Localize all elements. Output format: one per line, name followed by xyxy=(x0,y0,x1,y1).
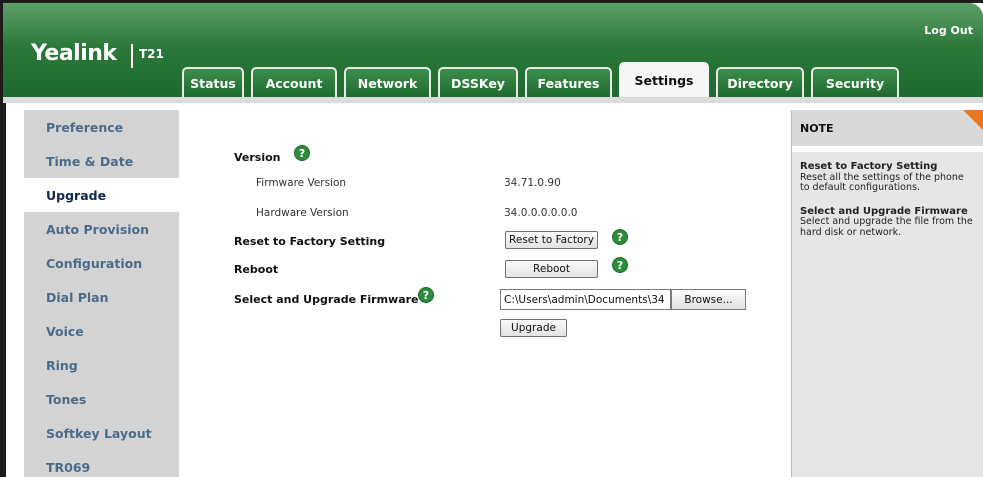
firmware-version-label: Firmware Version xyxy=(256,177,347,189)
sidebar-item-configuration[interactable]: Configuration xyxy=(24,246,179,280)
main-tabs: Status Account Network DSSKey Features S… xyxy=(182,62,899,97)
sidebar-item-tr069[interactable]: TR069 xyxy=(24,450,179,477)
upgrade-firmware-label: Select and Upgrade Firmware xyxy=(234,293,419,306)
sidebar-item-preference[interactable]: Preference xyxy=(24,110,179,144)
note-panel: NOTE Reset to Factory Setting Reset all … xyxy=(791,110,983,477)
note-body: Reset to Factory Setting Reset all the s… xyxy=(792,152,983,261)
reboot-help-icon[interactable]: ? xyxy=(612,257,628,273)
tab-account[interactable]: Account xyxy=(251,67,337,97)
sidebar-item-dial-plan[interactable]: Dial Plan xyxy=(24,280,179,314)
logo-divider xyxy=(131,44,133,68)
header-underline xyxy=(3,97,983,103)
browse-button[interactable]: Browse... xyxy=(671,289,746,310)
note-corner-flag xyxy=(963,110,983,130)
tab-features[interactable]: Features xyxy=(525,67,612,97)
tab-status[interactable]: Status xyxy=(182,67,244,97)
header-shine xyxy=(3,3,983,47)
brand-logo: Yealink xyxy=(31,41,117,66)
tab-directory[interactable]: Directory xyxy=(716,67,804,97)
upgrade-help-icon[interactable]: ? xyxy=(418,287,434,303)
reboot-label: Reboot xyxy=(234,263,279,276)
tab-dsskey[interactable]: DSSKey xyxy=(438,67,518,97)
sidebar-item-time-date[interactable]: Time & Date xyxy=(24,144,179,178)
note-title: NOTE xyxy=(800,122,834,135)
sidebar-item-voice[interactable]: Voice xyxy=(24,314,179,348)
model-label: T21 xyxy=(139,47,164,61)
upgrade-panel: Version ? Firmware Version 34.71.0.90 Ha… xyxy=(186,110,781,477)
logout-link[interactable]: Log Out xyxy=(924,24,973,37)
sidebar-item-ring[interactable]: Ring xyxy=(24,348,179,382)
sidebar: Preference Time & Date Upgrade Auto Prov… xyxy=(24,110,186,477)
firmware-file-path-input[interactable]: C:\Users\admin\Documents\34 xyxy=(500,289,671,310)
hardware-version-label: Hardware Version xyxy=(256,207,349,219)
version-heading: Version xyxy=(234,151,281,164)
tab-security[interactable]: Security xyxy=(811,67,899,97)
note-block-text: Select and upgrade the file from the har… xyxy=(800,216,973,238)
version-help-icon[interactable]: ? xyxy=(294,145,310,161)
left-border xyxy=(3,103,6,477)
reset-factory-button[interactable]: Reset to Factory xyxy=(505,231,598,249)
upgrade-button[interactable]: Upgrade xyxy=(500,319,567,337)
tab-settings[interactable]: Settings xyxy=(619,62,709,97)
reset-help-icon[interactable]: ? xyxy=(612,229,628,245)
sidebar-item-softkey-layout[interactable]: Softkey Layout xyxy=(24,416,179,450)
note-block-text: Reset all the settings of the phone to d… xyxy=(800,171,964,193)
note-block-reset: Reset to Factory Setting Reset all the s… xyxy=(800,161,975,194)
reset-factory-label: Reset to Factory Setting xyxy=(234,235,386,248)
sidebar-item-tones[interactable]: Tones xyxy=(24,382,179,416)
hardware-version-value: 34.0.0.0.0.0.0 xyxy=(504,207,578,219)
sidebar-item-upgrade[interactable]: Upgrade xyxy=(24,178,186,212)
sidebar-item-auto-provision[interactable]: Auto Provision xyxy=(24,212,179,246)
note-block-upgrade: Select and Upgrade Firmware Select and u… xyxy=(800,206,975,239)
reboot-button[interactable]: Reboot xyxy=(505,260,598,278)
firmware-version-value: 34.71.0.90 xyxy=(504,177,561,189)
note-header: NOTE xyxy=(792,110,983,146)
tab-network[interactable]: Network xyxy=(344,67,431,97)
note-block-title: Reset to Factory Setting xyxy=(800,161,938,172)
